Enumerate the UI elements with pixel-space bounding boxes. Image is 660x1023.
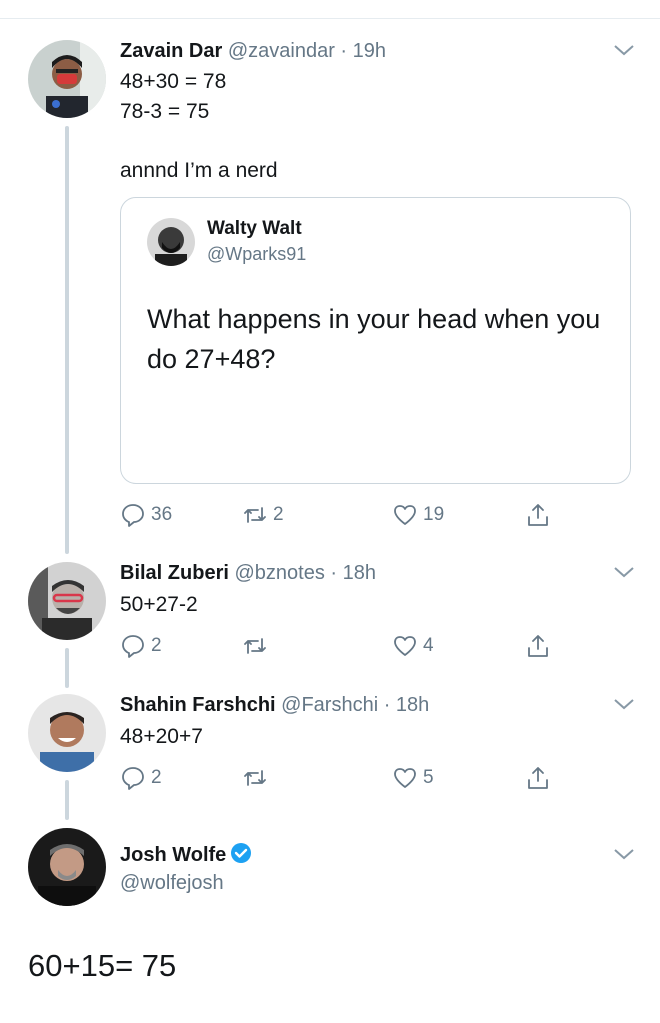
tweet-text-line: 50+27-2 (120, 593, 198, 616)
like-count: 19 (423, 504, 445, 525)
verified-badge-icon (230, 842, 252, 864)
heart-icon (392, 502, 418, 528)
avatar[interactable] (28, 40, 106, 118)
author-handle[interactable]: @zavaindar (228, 40, 335, 62)
like-button[interactable]: 19 (392, 500, 444, 530)
retweet-icon (242, 765, 268, 791)
author-handle[interactable]: @Farshchi (281, 694, 378, 716)
tweet-header: Josh Wolfe (120, 842, 252, 867)
tweet-header: Bilal Zuberi @bznotes · 18h (120, 562, 376, 585)
reply-count: 2 (151, 767, 162, 788)
share-icon (525, 633, 551, 659)
reply-icon (120, 765, 146, 791)
chevron-down-icon[interactable] (612, 846, 636, 862)
tweet-actions: 2 5 (120, 763, 560, 793)
quoted-avatar (147, 218, 195, 266)
timestamp[interactable]: · 18h (330, 562, 376, 584)
retweet-count: 2 (273, 504, 284, 525)
quoted-text-line: do 27+48? (147, 344, 276, 374)
chevron-down-icon[interactable] (612, 42, 636, 58)
tweet-text: 60+15= 75 (28, 948, 177, 983)
reply-button[interactable]: 2 (120, 763, 162, 793)
author-handle[interactable]: @wolfejosh (120, 872, 224, 894)
tweet-josh-wolfe[interactable]: Josh Wolfe @wolfejosh (0, 820, 660, 1020)
tweet-text-line: 48+20+7 (120, 725, 203, 748)
like-button[interactable]: 4 (392, 631, 434, 661)
like-count: 4 (423, 635, 434, 656)
share-button[interactable] (525, 500, 551, 530)
retweet-icon (242, 633, 268, 659)
retweet-button[interactable] (242, 631, 268, 661)
share-icon (525, 765, 551, 791)
share-button[interactable] (525, 631, 551, 661)
avatar[interactable] (28, 562, 106, 640)
quoted-tweet-card[interactable]: Walty Walt @Wparks91 What happens in you… (120, 197, 631, 484)
handle-row: @wolfejosh (120, 872, 224, 895)
tweet-text-line: annnd I’m a nerd (120, 159, 278, 182)
tweet-header: Zavain Dar @zavaindar · 19h (120, 40, 386, 63)
retweet-button[interactable] (242, 763, 268, 793)
like-button[interactable]: 5 (392, 763, 434, 793)
tweet-text-line: 48+30 = 78 (120, 70, 227, 93)
tweet-header: Shahin Farshchi @Farshchi · 18h (120, 694, 429, 717)
tweet-actions: 36 2 19 (120, 500, 560, 530)
chevron-down-icon[interactable] (612, 564, 636, 580)
reply-button[interactable]: 36 (120, 500, 172, 530)
author-name[interactable]: Josh Wolfe (120, 844, 226, 866)
reply-count: 36 (151, 504, 173, 525)
tweet-actions: 2 4 (120, 631, 560, 661)
reply-icon (120, 633, 146, 659)
tweet-text-line: 78-3 = 75 (120, 100, 210, 123)
quoted-text-line: What happens in your head when you (147, 304, 601, 334)
timestamp[interactable]: · 19h (340, 40, 386, 62)
author-name[interactable]: Shahin Farshchi (120, 694, 276, 716)
reply-icon (120, 502, 146, 528)
quoted-author-name: Walty Walt (207, 218, 302, 239)
retweet-button[interactable]: 2 (242, 500, 284, 530)
author-name[interactable]: Zavain Dar (120, 40, 222, 62)
tweet-bilal-zuberi[interactable]: Bilal Zuberi @bznotes · 18h 50+27-2 2 4 (0, 550, 660, 680)
tweet-shahin-farshchi[interactable]: Shahin Farshchi @Farshchi · 18h 48+20+7 … (0, 682, 660, 812)
quoted-author-handle: @Wparks91 (207, 244, 307, 264)
avatar[interactable] (28, 694, 106, 772)
share-button[interactable] (525, 763, 551, 793)
reply-count: 2 (151, 635, 162, 656)
like-count: 5 (423, 767, 434, 788)
avatar[interactable] (28, 828, 106, 906)
author-handle[interactable]: @bznotes (234, 562, 324, 584)
heart-icon (392, 765, 418, 791)
author-name[interactable]: Bilal Zuberi (120, 562, 229, 584)
heart-icon (392, 633, 418, 659)
share-icon (525, 502, 551, 528)
chevron-down-icon[interactable] (612, 696, 636, 712)
retweet-icon (242, 502, 268, 528)
timestamp[interactable]: · 18h (384, 694, 430, 716)
reply-button[interactable]: 2 (120, 631, 162, 661)
tweet-zavain-dar[interactable]: Zavain Dar @zavaindar · 19h 48+30 = 78 7… (0, 0, 660, 550)
